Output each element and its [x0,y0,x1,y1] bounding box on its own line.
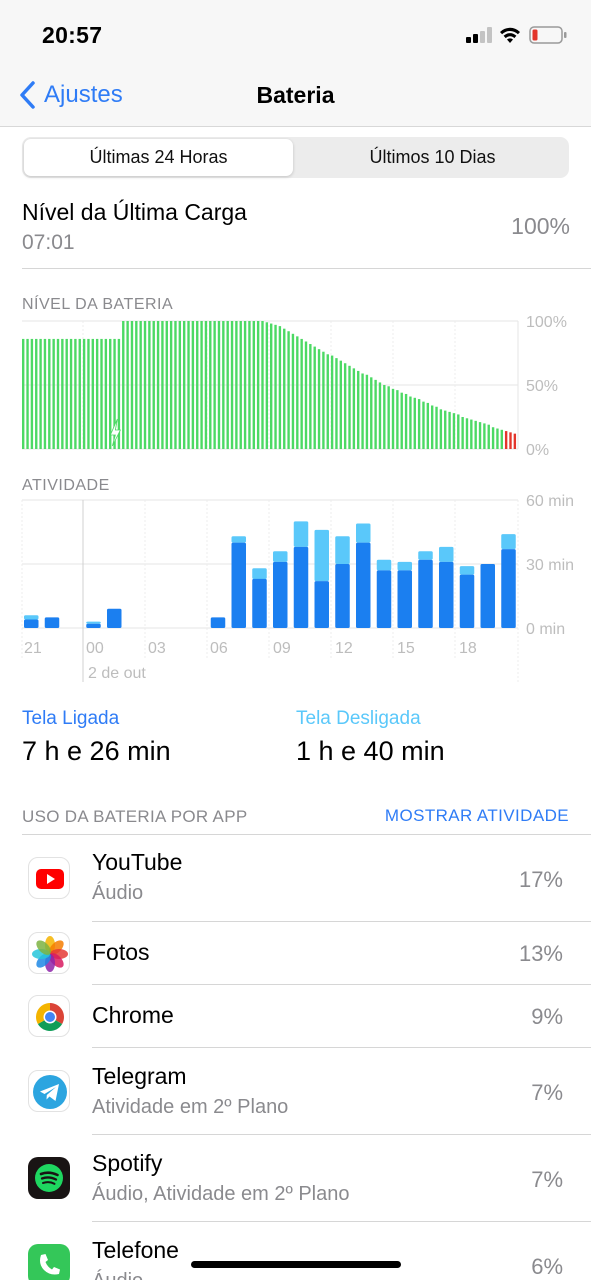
app-row-telegram[interactable]: Telegram Atividade em 2º Plano 7% [0,1048,591,1134]
activity-x-tick: 12 [335,640,353,657]
app-percent: 7% [531,1080,563,1105]
app-row-spotify[interactable]: Spotify Áudio, Atividade em 2º Plano 7% [0,1135,591,1221]
app-usage-detail: Áudio [92,882,144,904]
activity-x-tick: 18 [459,640,477,657]
screen-on-bar [231,542,246,628]
screen-off-bar [252,568,267,579]
screen-off-bar [356,523,371,543]
screen-on-bar [273,561,288,628]
screen-on-bar [210,617,226,628]
app-row-fotos[interactable]: Fotos 13% [0,922,591,984]
screen-off-bar [231,536,246,543]
screen-off-bar [439,546,454,562]
screen-on-bar [293,546,309,628]
screen-off-bar [501,534,516,550]
telegram-icon [28,1070,70,1112]
app-name: Fotos [92,939,150,965]
app-percent: 6% [531,1254,563,1279]
app-name: YouTube [92,849,183,875]
activity-y-tick: 30 min [526,557,574,574]
activity-chart[interactable]: 60 min 30 min 0 min 21 00 03 06 09 12 15 18 2 de ou… [0,0,591,700]
screen-on-bar [459,574,475,628]
app-name: Spotify [92,1150,163,1176]
app-percent: 7% [531,1167,563,1192]
app-percent: 9% [531,1004,563,1029]
app-name: Telegram [92,1063,187,1089]
show-activity-button[interactable]: MOSTRAR ATIVIDADE [385,806,569,826]
battery-usage-header: USO DA BATERIA POR APP [22,807,248,826]
screen-on-bar [439,561,454,628]
app-name: Chrome [92,1002,174,1028]
activity-y-tick: 0 min [526,621,565,638]
screen-off-bar [376,559,392,571]
screen-off-label: Tela Desligada [296,708,421,729]
app-usage-detail: Áudio, Atividade em 2º Plano [92,1183,350,1205]
screen-off-bar [459,566,475,575]
app-row-chrome[interactable]: Chrome 9% [0,985,591,1047]
screen-off-bar [335,536,350,564]
activity-x-tick: 09 [273,640,291,657]
screen-on-bar [24,619,39,628]
app-usage-detail: Atividade em 2º Plano [92,1096,289,1118]
screen-on-bar [314,581,329,628]
app-row-youtube[interactable]: YouTube Áudio 17% [0,835,591,921]
screen-on-bar [252,578,267,628]
screen-on-bar [480,564,495,628]
screen-on-value: 7 h e 26 min [22,736,171,766]
screen-off-bar [24,615,39,620]
screen-off-bar [273,551,288,562]
screen-off-value: 1 h e 40 min [296,736,445,766]
screen-on-bar [418,559,433,628]
photos-icon [28,932,70,974]
activity-y-tick: 60 min [526,493,574,510]
chrome-icon [28,995,70,1037]
screen-on-label: Tela Ligada [22,708,120,729]
screen-off-bar [293,521,309,547]
screen-on-bar [335,564,350,628]
youtube-icon [28,857,70,899]
activity-x-tick: 21 [24,640,42,657]
activity-x-tick: 00 [86,640,104,657]
app-usage-detail: Áudio [92,1270,143,1280]
screen-on-bar [501,549,516,628]
activity-date-label: 2 de out [88,665,146,682]
screen-off-bar [418,551,433,560]
activity-x-tick: 15 [397,640,415,657]
screen-off-bar [86,621,101,624]
app-percent: 17% [518,867,563,892]
activity-x-tick: 06 [210,640,228,657]
screen-off-bar [397,561,412,571]
activity-x-tick: 03 [148,640,166,657]
screen-on-bar [397,570,412,628]
screen-off-bar [314,529,329,582]
screen-on-bar [86,623,101,628]
screen-on-bar [44,617,60,628]
phone-icon [28,1244,70,1280]
spotify-icon [28,1157,70,1199]
home-indicator[interactable] [191,1261,401,1268]
app-name: Telefone [92,1237,179,1263]
screen-on-bar [107,608,122,628]
screen-on-bar [356,542,371,628]
screen-on-bar [376,570,392,628]
app-percent: 13% [518,941,563,966]
app-row-telefone[interactable]: Telefone Áudio 6% [0,1222,591,1280]
